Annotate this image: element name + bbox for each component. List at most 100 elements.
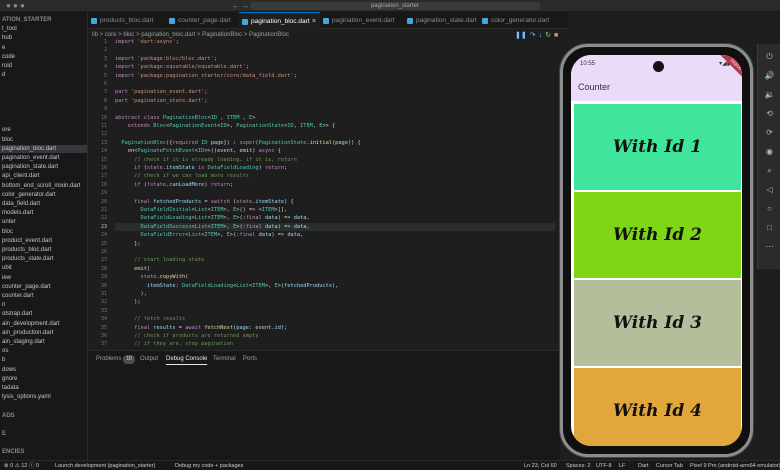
sidebar-item[interactable]: roid [0,62,87,71]
sidebar-item[interactable]: bloc [0,228,87,237]
sidebar-item[interactable]: ADS [0,412,87,421]
window-controls[interactable]: ● ● ● [6,1,25,11]
forward-icon[interactable]: → [241,1,249,11]
tab-products-bloc[interactable]: products_bloc.dart [88,12,166,29]
sidebar-item[interactable]: lysis_options.yaml [0,393,87,402]
rotate-left-icon[interactable]: ⟲ [758,109,780,118]
code-line[interactable]: final fetchedProducts = switch (state.it… [115,198,294,206]
code-line[interactable]: // check if we can load more results [115,172,249,180]
sidebar-item[interactable]: t_tool [0,25,87,34]
sidebar-item[interactable]: E [0,430,87,439]
sidebar-item[interactable] [0,90,87,99]
code-line[interactable]: part 'pagination_state.dart'; [115,97,208,105]
code-line[interactable]: }; [115,240,140,248]
home-icon[interactable]: ○ [758,204,780,213]
launch-config[interactable]: Launch development (pagination_starter) [55,461,155,470]
code-line[interactable]: DataFieldLoading<List<ITEM>, E>(:final d… [115,214,310,222]
panel-tab-debug-console[interactable]: Debug Console [166,355,208,365]
code-line[interactable]: on<PaginateFetchEvent<ID>>((event, emit)… [115,147,281,155]
sidebar-item[interactable]: models.dart [0,209,87,218]
code-line[interactable]: // check if products are returned empty [115,332,258,340]
sidebar-item[interactable]: pagination_bloc.dart [0,144,87,154]
code-line[interactable]: if (state.itemState is DataFieldLoading)… [115,164,287,172]
cursor-tab[interactable]: Cursor Tab [656,461,683,470]
rotate-right-icon[interactable]: ⟳ [758,128,780,137]
tab-counter-page[interactable]: counter_page.dart [166,12,239,29]
sidebar-item[interactable]: otstrap.dart [0,310,87,319]
list-item-card[interactable]: With Id 3 [574,280,741,366]
sidebar-item[interactable]: unter [0,218,87,227]
code-line[interactable]: abstract class PaginationBloc<ID , ITEM … [115,114,255,122]
tab-pagination-state[interactable]: pagination_state.dart [404,12,479,29]
sidebar-item[interactable]: api_client.dart [0,172,87,181]
code-line[interactable]: // if they are, stop pagination [115,340,233,348]
code-line[interactable]: import 'dart:async'; [115,38,182,46]
panel-tab-problems[interactable]: Problems 10 [96,355,135,364]
code-line[interactable]: DataFieldError<List<ITEM>, E>(:final dat… [115,231,304,239]
sidebar-item[interactable] [0,80,87,89]
code-line[interactable]: DataFieldInitial<List<ITEM>, E>() => <IT… [115,206,288,214]
code-line[interactable]: import 'package:pagination_starter/core/… [115,72,297,80]
overview-icon[interactable]: □ [758,223,780,232]
code-line[interactable]: final results = await fetchNext(page: ev… [115,324,287,332]
sidebar-item[interactable]: gnore [0,375,87,384]
sidebar-item[interactable] [0,117,87,126]
sidebar-item[interactable]: tadata [0,384,87,393]
volume-up-icon[interactable]: 🔊 [758,71,780,80]
sidebar-item[interactable]: dows [0,366,87,375]
sidebar-item[interactable]: n [0,301,87,310]
sidebar-item[interactable]: hub [0,34,87,43]
sidebar-item[interactable]: b [0,356,87,365]
command-center[interactable]: pagination_starter [250,2,540,10]
sidebar-item[interactable]: pagination_state.dart [0,163,87,172]
list-item-card[interactable]: With Id 2 [574,192,741,278]
problems-status[interactable]: ⊗ 0 ⚠ 12 ⓘ 0 [4,461,39,470]
code-line[interactable]: import 'package:bloc/bloc.dart'; [115,55,217,63]
sidebar-item[interactable]: pagination_event.dart [0,154,87,163]
sidebar-item[interactable]: ain_production.dart [0,329,87,338]
sidebar-item[interactable]: ain_staging.dart [0,338,87,347]
sidebar-item[interactable]: ore [0,126,87,135]
sidebar-item[interactable]: color_generator.dart [0,191,87,200]
sidebar-item[interactable]: bottom_end_scroll_mixin.dart [0,182,87,191]
close-icon[interactable]: × [312,13,316,30]
sidebar-item[interactable]: products_state.dart [0,255,87,264]
sidebar-item[interactable] [0,421,87,430]
panel-tab-output[interactable]: Output [140,355,158,364]
code-line[interactable]: // check if it is already loading, if it… [115,156,297,164]
code-editor[interactable]: import 'dart:async'; import 'package:blo… [115,38,555,350]
tab-color-generator[interactable]: color_generator.dart [479,12,559,29]
sidebar-item[interactable]: ATION_STARTER [0,16,87,25]
sidebar-item[interactable] [0,402,87,411]
sidebar-item[interactable]: products_bloc.dart [0,246,87,255]
sidebar-item[interactable]: data_field.dart [0,200,87,209]
list-item-card[interactable]: With Id 4 [574,368,741,446]
code-line[interactable]: import 'package:equatable/equatable.dart… [115,63,249,71]
zoom-icon[interactable]: ⌕ [758,166,780,176]
code-line[interactable]: ), [115,290,147,298]
indentation[interactable]: Spaces: 2 [566,461,590,470]
code-line[interactable]: emit( [115,265,150,273]
sidebar-item[interactable]: ENCIES [0,448,87,457]
sidebar-item[interactable]: counter_page.dart [0,283,87,292]
device-selector[interactable]: Pixel 9 Pro (android-arm64 emulator) [690,461,780,470]
power-icon[interactable]: ⏻ [758,52,780,62]
sidebar-item[interactable] [0,439,87,448]
sidebar-item[interactable]: code [0,53,87,62]
code-line[interactable]: part 'pagination_event.dart'; [115,88,208,96]
panel-tab-ports[interactable]: Ports [243,355,257,364]
code-line[interactable]: DataFieldSuccess<List<ITEM>, E>(:final d… [115,222,555,232]
tab-pagination-bloc[interactable]: pagination_bloc.dart × [239,12,320,29]
volume-down-icon[interactable]: 🔉 [758,90,780,99]
code-line[interactable]: itemState: DataFieldLoading<List<ITEM>, … [115,282,338,290]
cursor-position[interactable]: Ln 23, Col 60 [524,461,557,470]
debug-mode[interactable]: Debug my code + packages [175,461,243,470]
encoding[interactable]: UTF-8 [596,461,612,470]
more-icon[interactable]: ⋯ [758,242,780,251]
list-item-card[interactable]: With Id 1 [574,104,741,190]
code-line[interactable]: // start loading state [115,256,204,264]
line-ending[interactable]: LF [619,461,625,470]
back-icon[interactable]: ◁ [758,185,780,194]
sidebar-item[interactable]: ubit [0,264,87,273]
code-line[interactable]: PaginationBloc({required ID page}) : sup… [115,139,360,147]
